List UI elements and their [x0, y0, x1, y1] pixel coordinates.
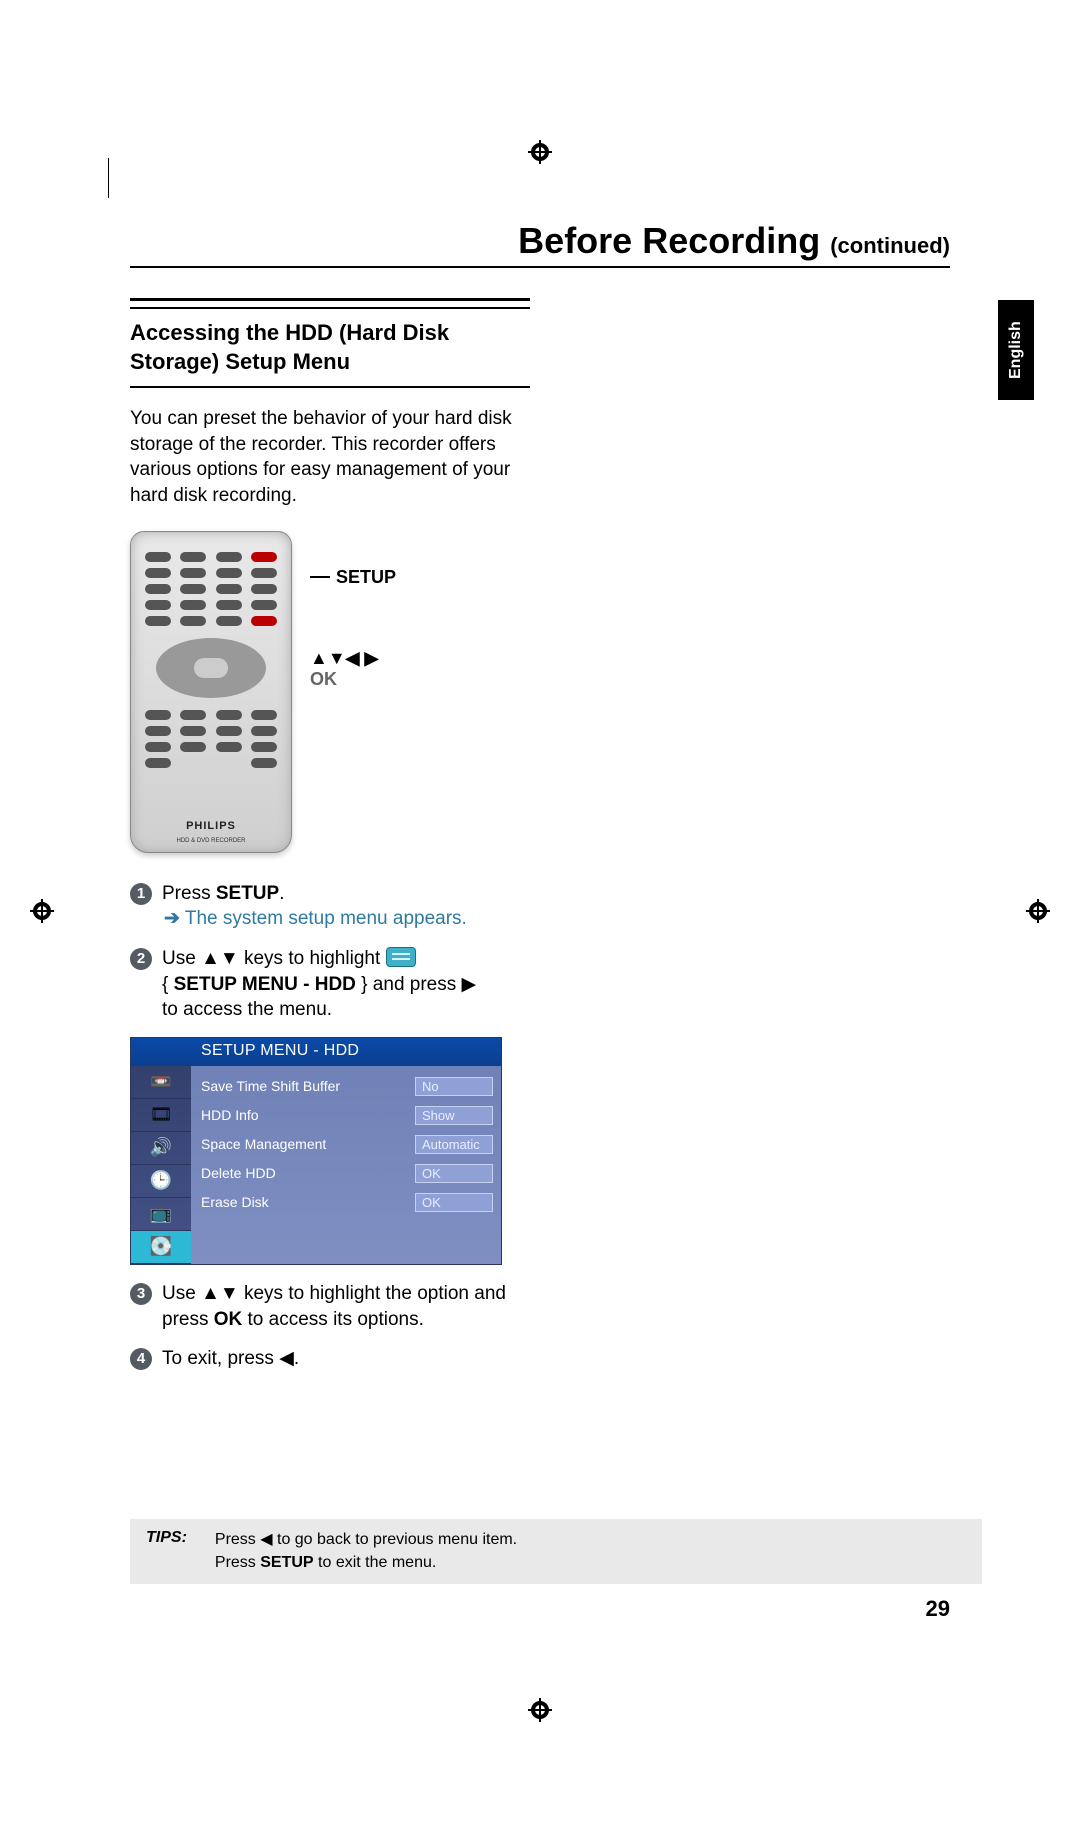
tips-line2-setup: SETUP: [260, 1554, 313, 1571]
step2-text-d: } and press: [356, 974, 462, 995]
step-number-icon: 3: [130, 1283, 152, 1305]
section-double-rule: [130, 298, 530, 309]
step1-result: The system setup menu appears.: [185, 908, 467, 929]
step1-setup: SETUP: [216, 883, 279, 904]
step3-text-a: Use: [162, 1283, 201, 1304]
menu-row-label: Space Management: [201, 1136, 326, 1152]
step2-text-b: keys to highlight: [239, 948, 386, 969]
tips-line1-arrow: ◀: [260, 1531, 272, 1548]
callout-ok: OK: [310, 669, 396, 690]
remote-subbrand: HDD & DVD RECORDER: [131, 838, 291, 844]
page-title: Before Recording (continued): [130, 220, 950, 262]
step-3: 3 Use ▲▼ keys to highlight the option an…: [130, 1281, 530, 1332]
step4-text-b: .: [294, 1348, 299, 1369]
menu-row: Erase Disk OK: [201, 1188, 493, 1217]
step2-text-e: to access the menu.: [162, 999, 332, 1020]
hdd-icon: [386, 947, 416, 967]
menu-row: HDD Info Show: [201, 1101, 493, 1130]
callout-nav-arrows: ▲▼◀ ▶: [310, 648, 396, 669]
menu-row-value: OK: [415, 1193, 493, 1212]
tips-line2-c: to exit the menu.: [314, 1554, 437, 1571]
section-single-rule: [130, 386, 530, 388]
menu-row-label: Save Time Shift Buffer: [201, 1078, 340, 1094]
menu-icon: 🎞: [131, 1099, 191, 1132]
menu-title: SETUP MENU - HDD: [131, 1038, 501, 1066]
crop-tick: [108, 158, 109, 198]
step2-text-c: {: [162, 974, 174, 995]
registration-mark-right: [1026, 899, 1050, 923]
step-number-icon: 1: [130, 883, 152, 905]
menu-row: Save Time Shift Buffer No: [201, 1072, 493, 1101]
menu-row-label: Delete HDD: [201, 1165, 276, 1181]
remote-control-illustration: PHILIPS HDD & DVD RECORDER: [130, 531, 292, 853]
page-number: 29: [130, 1596, 950, 1622]
tips-line2-a: Press: [215, 1554, 260, 1571]
step2-arrow: ▶: [462, 974, 477, 995]
step-2: 2 Use ▲▼ keys to highlight { SETUP MENU …: [130, 946, 530, 1023]
menu-row-value: Automatic: [415, 1135, 493, 1154]
callout-setup: SETUP: [336, 567, 396, 588]
menu-icon-active: 💽: [131, 1231, 191, 1264]
page-title-text: Before Recording: [518, 220, 820, 261]
hdd-setup-menu-screenshot: SETUP MENU - HDD 📼 🎞 🔊 🕒 📺 💽 Save Time S…: [130, 1037, 502, 1265]
step4-arrow: ◀: [279, 1348, 294, 1369]
step2-keys: ▲▼: [201, 948, 239, 969]
step-number-icon: 2: [130, 948, 152, 970]
step3-text-c: to access its options.: [242, 1309, 424, 1330]
title-divider: [130, 266, 950, 268]
menu-icon: 📼: [131, 1066, 191, 1099]
step3-keys: ▲▼: [201, 1283, 239, 1304]
step2-text-a: Use: [162, 948, 201, 969]
step4-text-a: To exit, press: [162, 1348, 279, 1369]
step1-text-c: .: [279, 883, 284, 904]
menu-row: Space Management Automatic: [201, 1130, 493, 1159]
step2-menu: SETUP MENU - HDD: [174, 974, 356, 995]
registration-mark-left: [30, 899, 54, 923]
menu-icon: 🕒: [131, 1165, 191, 1198]
menu-row: Delete HDD OK: [201, 1159, 493, 1188]
section-intro: You can preset the behavior of your hard…: [130, 406, 530, 509]
menu-sidebar-icons: 📼 🎞 🔊 🕒 📺 💽: [131, 1066, 191, 1264]
tips-box: TIPS: Press ◀ to go back to previous men…: [130, 1519, 982, 1584]
step-4: 4 To exit, press ◀.: [130, 1346, 530, 1372]
menu-row-value: Show: [415, 1106, 493, 1125]
remote-callouts: SETUP ▲▼◀ ▶ OK: [310, 531, 396, 690]
menu-icon: 📺: [131, 1198, 191, 1231]
menu-row-value: OK: [415, 1164, 493, 1183]
page-title-continued: (continued): [830, 233, 950, 258]
tips-label: TIPS:: [146, 1529, 187, 1574]
registration-mark-top: [528, 140, 552, 164]
menu-row-label: Erase Disk: [201, 1194, 269, 1210]
menu-row-value: No: [415, 1077, 493, 1096]
step-number-icon: 4: [130, 1348, 152, 1370]
step-1: 1 Press SETUP. ➔ The system setup menu a…: [130, 881, 530, 932]
tips-line1-b: to go back to previous menu item.: [273, 1531, 518, 1548]
remote-brand: PHILIPS: [131, 820, 291, 832]
language-tab: English: [998, 300, 1034, 400]
step3-ok: OK: [214, 1309, 243, 1330]
registration-mark-bottom: [528, 1698, 552, 1722]
tips-line1-a: Press: [215, 1531, 260, 1548]
section-heading: Accessing the HDD (Hard Disk Storage) Se…: [130, 319, 530, 376]
menu-icon: 🔊: [131, 1132, 191, 1165]
result-arrow-icon: ➔: [164, 908, 180, 929]
menu-row-label: HDD Info: [201, 1107, 259, 1123]
step1-text-a: Press: [162, 883, 216, 904]
